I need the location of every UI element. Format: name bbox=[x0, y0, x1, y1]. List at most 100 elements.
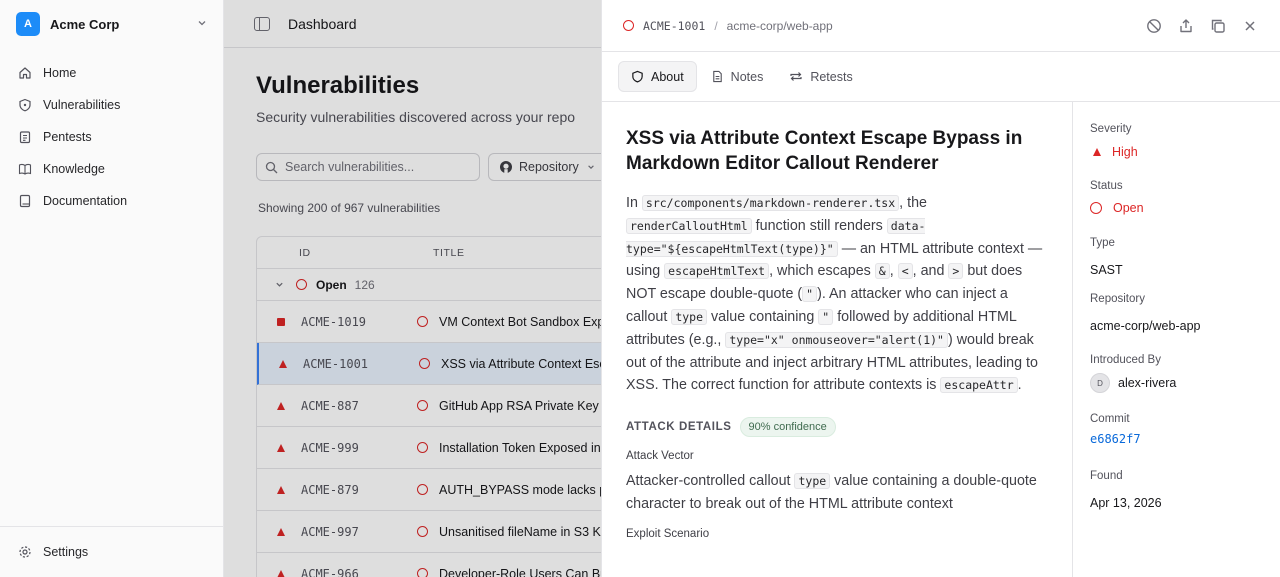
tab-label: Notes bbox=[730, 69, 764, 84]
tab-about[interactable]: About bbox=[618, 61, 697, 92]
sidebar-item-documentation[interactable]: Documentation bbox=[0, 185, 223, 217]
sidebar-item-label: Knowledge bbox=[43, 162, 105, 176]
type-value: SAST bbox=[1090, 262, 1123, 277]
commit-label: Commit bbox=[1090, 413, 1130, 425]
sidebar-item-label: Settings bbox=[43, 545, 89, 559]
code-snippet: src/components/markdown-renderer.tsx bbox=[641, 195, 900, 211]
severity-value[interactable]: High bbox=[1090, 145, 1280, 159]
sidebar: A Acme Corp Home Vulnerabilities Pentest… bbox=[0, 0, 224, 577]
sidebar-footer: Settings bbox=[0, 526, 223, 577]
text: value containing bbox=[707, 308, 819, 325]
drawer-tabs: About Notes Retests bbox=[602, 52, 1280, 102]
code-snippet: type bbox=[671, 308, 708, 325]
tab-notes[interactable]: Notes bbox=[699, 61, 776, 92]
severity-label: Severity bbox=[1090, 123, 1132, 135]
repository-value[interactable]: acme-corp/web-app bbox=[1090, 319, 1280, 333]
code-snippet: type bbox=[794, 473, 831, 490]
sidebar-item-settings[interactable]: Settings bbox=[0, 536, 106, 568]
notebook-icon bbox=[18, 194, 32, 208]
type-label: Type bbox=[1090, 236, 1115, 249]
ban-icon[interactable] bbox=[1146, 17, 1162, 35]
open-status-icon bbox=[1090, 202, 1102, 214]
text: , which escapes bbox=[769, 263, 875, 280]
type-field: Type SAST bbox=[1090, 237, 1280, 294]
high-severity-icon bbox=[1093, 148, 1101, 156]
copy-icon[interactable] bbox=[1210, 17, 1226, 35]
chevron-down-icon bbox=[197, 18, 207, 31]
attack-details-heading: ATTACK DETAILS bbox=[626, 421, 732, 434]
severity-field: Severity High bbox=[1090, 123, 1280, 180]
sidebar-item-home[interactable]: Home bbox=[0, 57, 223, 89]
found-label: Found bbox=[1090, 469, 1123, 482]
attack-vector-text: Attacker-controlled callout type value c… bbox=[626, 470, 1048, 516]
sidebar-item-label: Home bbox=[43, 66, 77, 80]
book-icon bbox=[18, 162, 32, 176]
repository-link[interactable]: acme-corp/web-app bbox=[727, 19, 833, 33]
vulnerability-id: ACME-1001 bbox=[643, 18, 706, 33]
code-snippet: & bbox=[874, 263, 890, 280]
tab-label: About bbox=[651, 69, 684, 84]
text: . bbox=[1017, 377, 1022, 394]
home-icon bbox=[18, 66, 32, 80]
commit-link[interactable]: e6862f7 bbox=[1090, 432, 1141, 446]
shield-icon bbox=[631, 70, 644, 83]
sidebar-nav: Home Vulnerabilities Pentests Knowledge … bbox=[0, 57, 223, 217]
commit-field: Commit e6862f7 bbox=[1090, 413, 1280, 470]
breadcrumb-separator: / bbox=[714, 18, 718, 33]
confidence-badge: 90% confidence bbox=[739, 417, 836, 438]
open-status-icon bbox=[623, 20, 634, 31]
found-field: Found Apr 13, 2026 bbox=[1090, 470, 1280, 527]
introduced-by-value[interactable]: D alex-rivera bbox=[1090, 373, 1280, 393]
status-field: Status Open bbox=[1090, 180, 1280, 237]
code-snippet: > bbox=[948, 263, 964, 280]
vulnerability-drawer: ACME-1001 / acme-corp/web-app About Note… bbox=[601, 0, 1280, 577]
text: In bbox=[626, 195, 642, 211]
text: , and bbox=[912, 263, 949, 280]
org-switcher[interactable]: A Acme Corp bbox=[0, 0, 223, 48]
vulnerability-title: XSS via Attribute Context Escape Bypass … bbox=[626, 128, 1023, 174]
introduced-by-label: Introduced By bbox=[1090, 354, 1161, 366]
sidebar-item-label: Vulnerabilities bbox=[43, 98, 121, 112]
code-snippet: escapeHtmlText bbox=[664, 263, 770, 280]
tab-label: Retests bbox=[810, 69, 853, 84]
sidebar-item-label: Documentation bbox=[43, 194, 128, 208]
text: function still renders bbox=[751, 217, 887, 234]
text: , bbox=[889, 263, 898, 280]
user-name: alex-rivera bbox=[1118, 376, 1177, 390]
code-snippet: escapeAttr bbox=[940, 377, 1018, 394]
code-snippet: < bbox=[897, 263, 913, 280]
close-icon[interactable] bbox=[1242, 17, 1258, 35]
sidebar-item-pentests[interactable]: Pentests bbox=[0, 121, 223, 153]
status-value[interactable]: Open bbox=[1090, 201, 1280, 215]
text: , the bbox=[899, 195, 927, 211]
org-name: Acme Corp bbox=[50, 16, 120, 32]
avatar: D bbox=[1090, 373, 1110, 393]
drawer-header: ACME-1001 / acme-corp/web-app bbox=[602, 0, 1280, 52]
code-snippet: renderCalloutHtml bbox=[626, 217, 752, 234]
attack-details-header: ATTACK DETAILS 90% confidence bbox=[626, 417, 1048, 438]
attack-vector-label: Attack Vector bbox=[626, 450, 694, 463]
code-snippet: " bbox=[818, 308, 834, 325]
code-snippet: type="x" onmouseover="alert(1)" bbox=[725, 331, 948, 348]
shield-icon bbox=[18, 98, 32, 112]
document-icon bbox=[711, 70, 724, 83]
share-icon[interactable] bbox=[1178, 17, 1194, 35]
vulnerability-metadata: Severity High Status Open Type SAST Repo… bbox=[1073, 102, 1280, 526]
tab-retests[interactable]: Retests bbox=[777, 61, 864, 92]
code-snippet: " bbox=[802, 286, 818, 303]
text: Attacker-controlled callout bbox=[626, 473, 795, 490]
repository-field: Repository acme-corp/web-app bbox=[1090, 293, 1280, 354]
vulnerability-description: In src/components/markdown-renderer.tsx,… bbox=[626, 192, 1048, 397]
commit-value[interactable]: e6862f7 bbox=[1090, 432, 1280, 446]
drawer-actions bbox=[1146, 17, 1258, 35]
org-logo: A bbox=[16, 12, 40, 36]
status-text: Open bbox=[1113, 201, 1144, 215]
sidebar-item-vulnerabilities[interactable]: Vulnerabilities bbox=[0, 89, 223, 121]
clipboard-icon bbox=[18, 130, 32, 144]
vulnerability-details: XSS via Attribute Context Escape Bypass … bbox=[602, 102, 1073, 577]
exploit-scenario-label: Exploit Scenario bbox=[626, 527, 710, 540]
introduced-by-field: Introduced By D alex-rivera bbox=[1090, 354, 1280, 413]
status-label: Status bbox=[1090, 180, 1123, 192]
sidebar-item-knowledge[interactable]: Knowledge bbox=[0, 153, 223, 185]
sidebar-item-label: Pentests bbox=[43, 130, 92, 144]
